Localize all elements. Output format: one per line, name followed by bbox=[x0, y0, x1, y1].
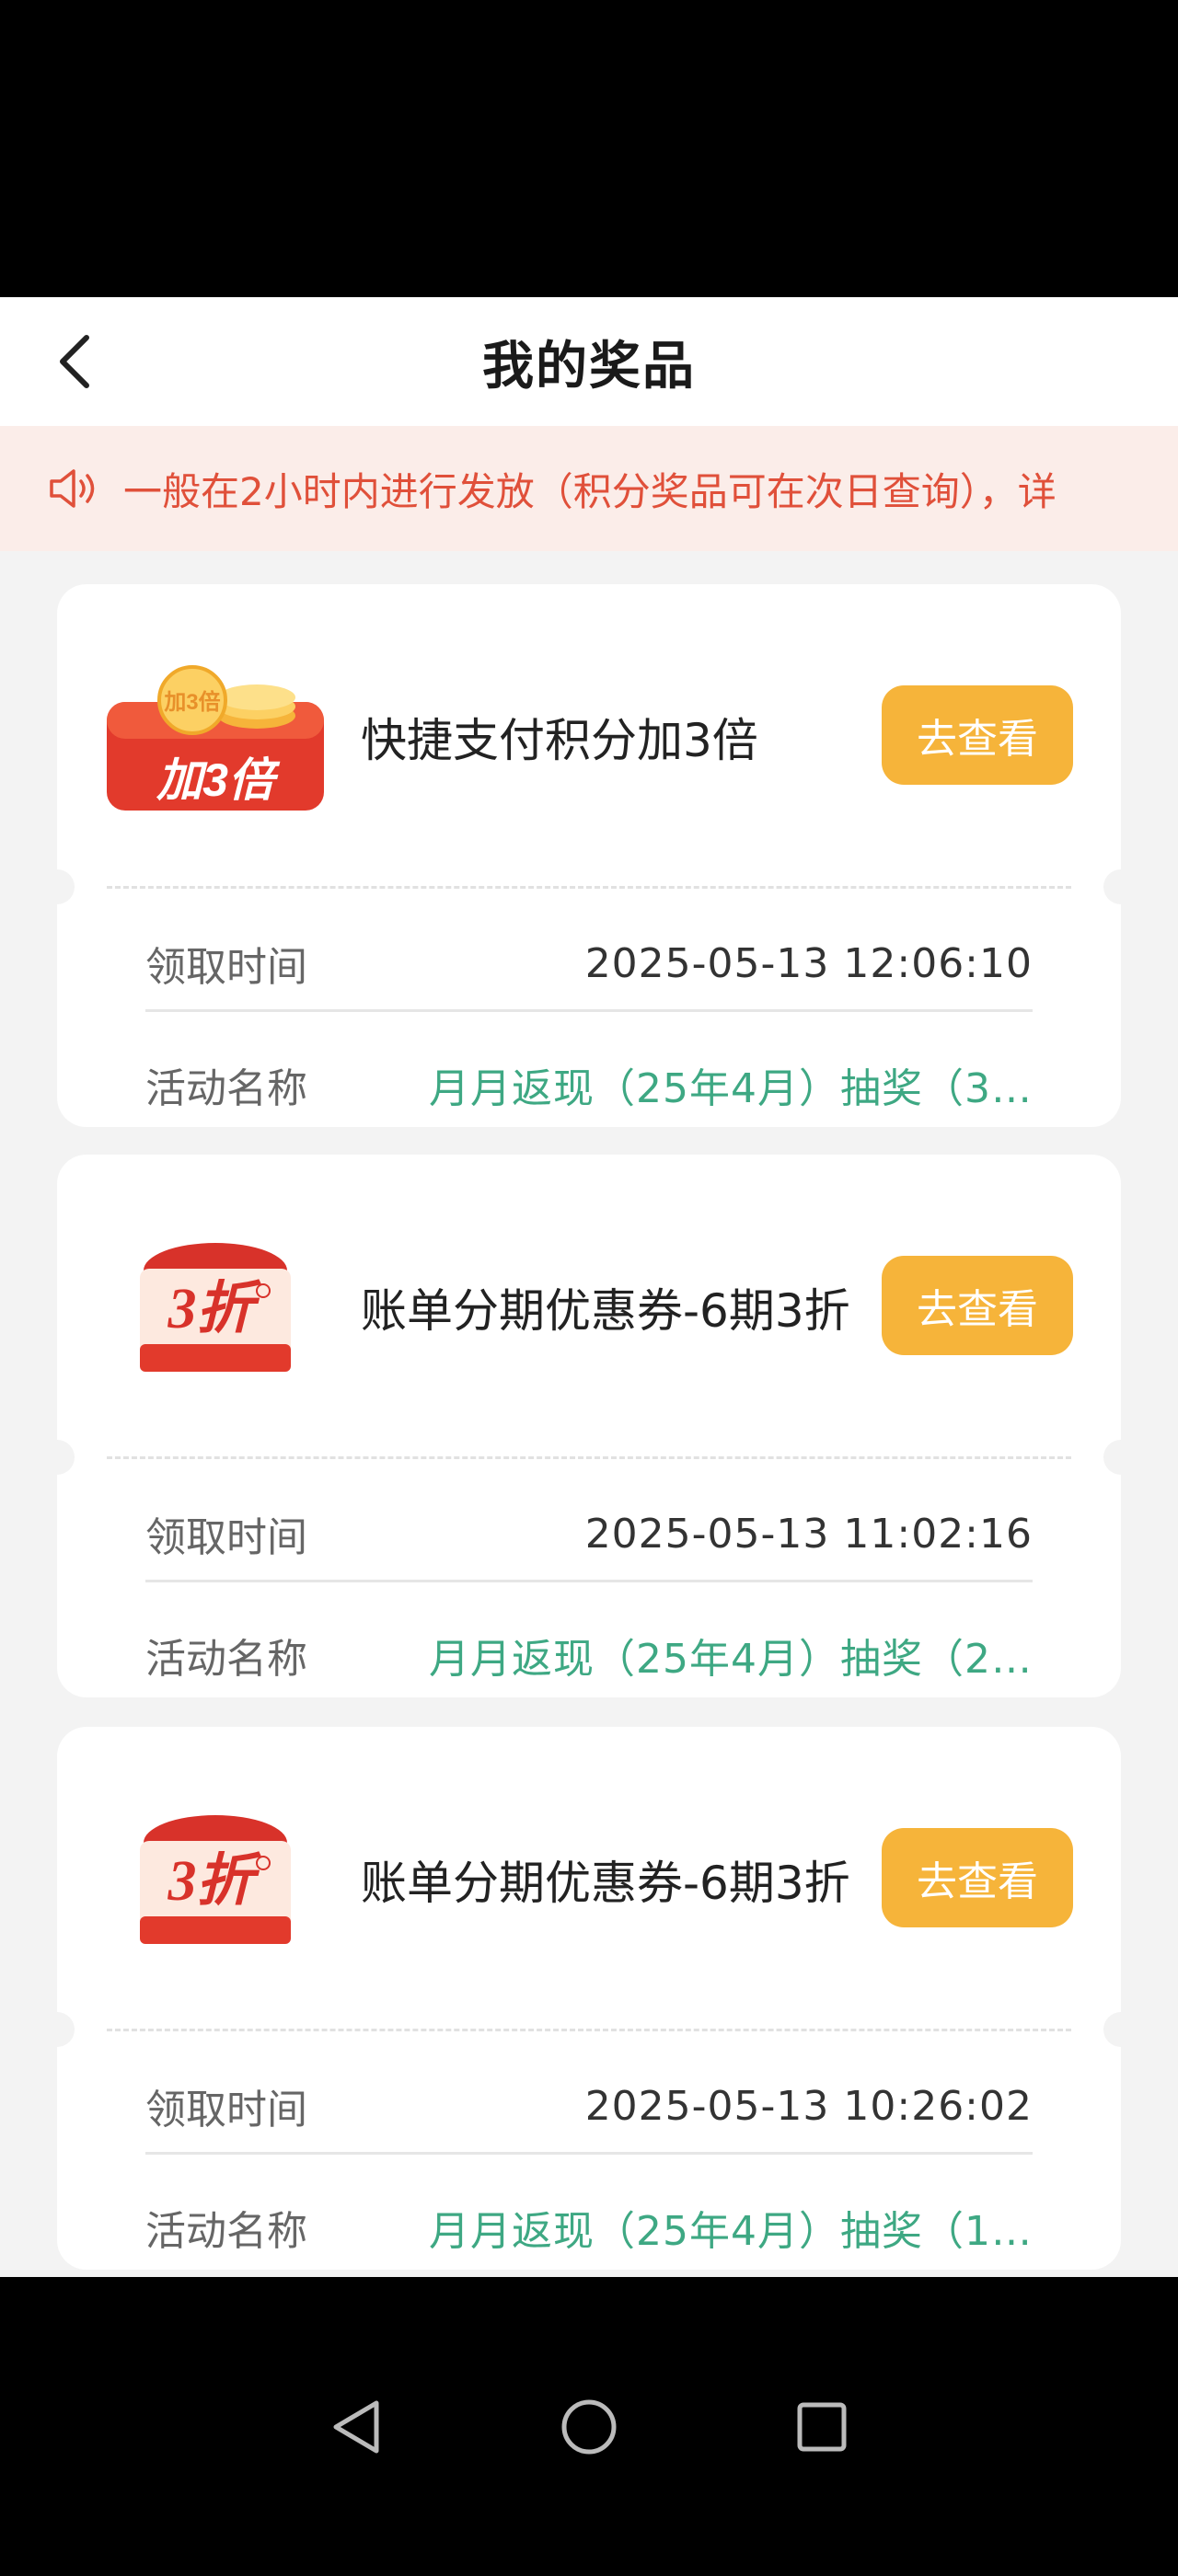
claim-time: 2025-05-13 11:02:16 bbox=[584, 1510, 1033, 1558]
notice-text: 一般在2小时内进行发放（积分奖品可在次日查询），详 bbox=[123, 468, 1057, 514]
notice-banner: 一般在2小时内进行发放（积分奖品可在次日查询），详 bbox=[0, 426, 1178, 551]
view-prize-button[interactable]: 去查看 bbox=[882, 1256, 1073, 1355]
activity-label: 活动名称 bbox=[145, 1636, 307, 1683]
time-label: 领取时间 bbox=[145, 2087, 307, 2133]
coupon-text: 3折 bbox=[167, 1278, 261, 1340]
prize-card: 3折 账单分期优惠券-6期3折 去查看 领取时间 2025-05-13 10:2… bbox=[40, 1727, 1138, 2270]
chevron-left-icon bbox=[60, 335, 89, 388]
back-triangle-icon bbox=[333, 2400, 379, 2453]
nav-home-button[interactable] bbox=[548, 2386, 630, 2468]
page-title: 我的奖品 bbox=[482, 336, 696, 397]
activity-label: 活动名称 bbox=[145, 2208, 307, 2255]
view-prize-button[interactable]: 去查看 bbox=[882, 1828, 1073, 1927]
coupon-text: 3折 bbox=[167, 1850, 261, 1913]
points-triple-badge-icon: 加3倍 加3倍 bbox=[107, 665, 324, 811]
time-label: 领取时间 bbox=[145, 1514, 307, 1561]
claim-time: 2025-05-13 10:26:02 bbox=[584, 2082, 1033, 2130]
prize-card: 3折 账单分期优惠券-6期3折 去查看 领取时间 2025-05-13 11:0… bbox=[40, 1155, 1138, 1697]
time-label: 领取时间 bbox=[145, 944, 307, 991]
prize-card: 加3倍 加3倍 快捷支付积分加3倍 去查看 领取时间 2025-05-13 12… bbox=[40, 584, 1138, 1127]
activity-name[interactable]: 月月返现（25年4月）抽奖（1… bbox=[429, 2198, 1033, 2257]
prize-list: 加3倍 加3倍 快捷支付积分加3倍 去查看 领取时间 2025-05-13 12… bbox=[0, 551, 1178, 2277]
back-button[interactable] bbox=[37, 325, 110, 398]
badge-caption: 加3倍 bbox=[156, 754, 281, 806]
speaker-icon bbox=[50, 469, 95, 508]
nav-recents-button[interactable] bbox=[780, 2386, 863, 2468]
recents-square-icon bbox=[797, 2402, 847, 2451]
prize-title: 账单分期优惠券-6期3折 bbox=[361, 1284, 850, 1338]
status-bar bbox=[0, 0, 1178, 297]
activity-name[interactable]: 月月返现（25年4月）抽奖（2… bbox=[429, 1626, 1033, 1685]
system-nav-bar bbox=[0, 2277, 1178, 2576]
prize-title: 快捷支付积分加3倍 bbox=[361, 714, 758, 767]
discount-coupon-icon: 3折 bbox=[140, 1243, 291, 1372]
prize-title: 账单分期优惠券-6期3折 bbox=[361, 1857, 850, 1910]
header: 我的奖品 bbox=[0, 297, 1178, 426]
badge-text: 加3倍 bbox=[164, 689, 220, 715]
activity-label: 活动名称 bbox=[145, 1065, 307, 1112]
claim-time: 2025-05-13 12:06:10 bbox=[584, 939, 1033, 987]
nav-back-button[interactable] bbox=[315, 2386, 398, 2468]
activity-name[interactable]: 月月返现（25年4月）抽奖（3… bbox=[429, 1055, 1033, 1114]
view-prize-button[interactable]: 去查看 bbox=[882, 685, 1073, 785]
discount-coupon-icon: 3折 bbox=[140, 1815, 291, 1944]
home-circle-icon bbox=[561, 2399, 617, 2454]
